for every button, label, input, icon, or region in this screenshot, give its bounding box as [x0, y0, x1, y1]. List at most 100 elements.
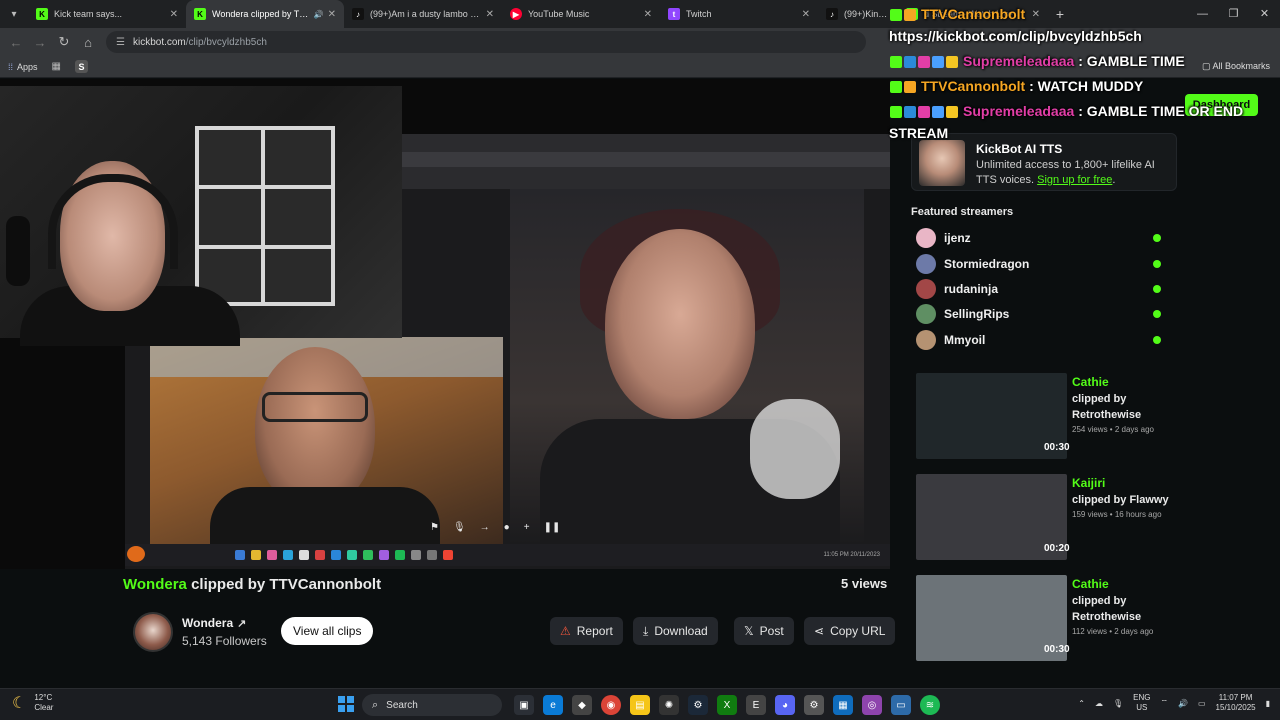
tab-kick-team[interactable]: K Kick team says... ✕ — [28, 0, 186, 28]
related-clip[interactable]: 00:30 Cathie clipped by Retrothewise 254… — [916, 373, 1176, 459]
tab-kick-stream[interactable]: K d Stream - Watch Live ✕ — [898, 0, 1048, 28]
wifi-icon[interactable]: ⌔ — [1160, 698, 1168, 708]
start-icon[interactable] — [338, 696, 354, 712]
tts-promo-card[interactable]: KickBot AI TTS Unlimited access to 1,800… — [911, 133, 1177, 191]
streamer-name: SellingRips — [944, 307, 1010, 321]
home-icon[interactable]: ⌂ — [76, 35, 100, 50]
volume-icon[interactable]: 🔊 — [1178, 699, 1188, 708]
monitor-icon[interactable]: ▭ — [891, 695, 911, 715]
new-tab-icon[interactable]: + — [1048, 6, 1072, 22]
post-button[interactable]: 𝕏 Post — [734, 617, 794, 645]
close-icon[interactable]: ✕ — [644, 9, 652, 20]
store-icon[interactable]: ▦ — [833, 695, 853, 715]
close-icon[interactable]: ✕ — [1032, 9, 1040, 20]
spotify-icon[interactable]: ≋ — [920, 695, 940, 715]
window-controls: — ❐ ✕ — [1187, 0, 1280, 28]
clip-streamer-link[interactable]: Wondera — [123, 576, 187, 593]
edge-icon[interactable]: e — [543, 695, 563, 715]
tab-search-icon[interactable]: ▾ — [0, 0, 28, 28]
all-bookmarks-label: All Bookmarks — [1212, 61, 1270, 71]
tab-twitch[interactable]: t Twitch ✕ — [660, 0, 818, 28]
network-icon[interactable]: ☁ — [1095, 699, 1103, 708]
avatar — [916, 330, 936, 350]
tab-wondera-clip[interactable]: K Wondera clipped by TTVCa 🔊 ✕ — [186, 0, 344, 28]
featured-streamer[interactable]: Mmyoil — [916, 330, 1166, 350]
weather-widget[interactable]: ☾ 12°C Clear — [12, 693, 53, 713]
clock-date: 15/10/2025 — [1215, 703, 1256, 712]
vpn-icon[interactable]: ◆ — [572, 695, 592, 715]
close-icon[interactable]: ✕ — [486, 9, 494, 20]
copy-url-button[interactable]: ⋖ Copy URL — [804, 617, 896, 645]
notification-icon[interactable]: ▮ — [1266, 699, 1270, 708]
tts-signup-link[interactable]: Sign up for free — [1037, 174, 1112, 186]
minimize-icon[interactable]: — — [1187, 0, 1218, 28]
all-bookmarks[interactable]: ▢ All Bookmarks — [1202, 61, 1270, 72]
address-bar[interactable]: ☰ kickbot.com/clip/bvcyldzhb5ch — [106, 31, 866, 53]
streamer-name: rudaninja — [944, 282, 999, 296]
discord-icon[interactable]: ◕ — [775, 695, 795, 715]
obs-icon[interactable]: ◎ — [862, 695, 882, 715]
clock-time: 11:07 PM — [1218, 693, 1253, 702]
video-player[interactable]: ⚑ 🎙 → ● + ❚❚ 11:05 PM 20/11/2023 — [0, 79, 890, 569]
download-button[interactable]: ⤓ Download — [633, 617, 718, 645]
related-clip[interactable]: 00:20 Kaijiri clipped by Flawwy 159 view… — [916, 474, 1176, 560]
video-inner-clock: 11:05 PM 20/11/2023 — [823, 552, 880, 558]
tab-strip: ▾ K Kick team says... ✕ K Wondera clippe… — [0, 0, 1280, 28]
file-explorer-icon[interactable]: ▤ — [630, 695, 650, 715]
bookmark-apps[interactable]: Apps — [17, 62, 38, 72]
live-dot — [1153, 336, 1161, 344]
taskbar-search[interactable]: ⌕ Search — [362, 694, 502, 716]
mic-tray-icon[interactable]: 🎙 — [1113, 699, 1123, 708]
bookmark-s-icon[interactable]: S — [74, 60, 88, 73]
settings-icon[interactable]: ⚙ — [804, 695, 824, 715]
related-clip[interactable]: 00:30 Cathie clipped by Retrothewise 112… — [916, 575, 1176, 661]
maximize-icon[interactable]: ❐ — [1218, 0, 1249, 28]
task-view-icon[interactable]: ▣ — [514, 695, 534, 715]
reload-icon[interactable]: ↻ — [52, 34, 76, 50]
tab-youtube-music[interactable]: ▶ YouTube Music ✕ — [502, 0, 660, 28]
system-tray: ⌃ ☁ 🎙 ENG US ⌔ 🔊 ▭ 11:07 PM 15/10/2025 ▮ — [1078, 693, 1270, 713]
grid-icon[interactable]: ▦ — [52, 61, 61, 72]
tab-tiktok-lambo[interactable]: ♪ (99+)Am i a dusty lambo too? ✕ — [344, 0, 502, 28]
view-all-clips-button[interactable]: View all clips — [281, 617, 374, 645]
chevron-up-icon[interactable]: ⌃ — [1078, 699, 1085, 708]
tab-title: Twitch — [686, 9, 712, 19]
channel-name[interactable]: Wondera ↗ — [182, 616, 246, 630]
close-icon[interactable]: ✕ — [802, 9, 810, 20]
video-right-call — [510, 189, 864, 549]
steam-icon[interactable]: ⚙ — [688, 695, 708, 715]
taskbar-search-label: Search — [386, 699, 418, 711]
clock[interactable]: 11:07 PM 15/10/2025 — [1216, 693, 1256, 713]
video-inner-taskbar: 11:05 PM 20/11/2023 — [125, 544, 890, 566]
featured-streamer[interactable]: rudaninja — [916, 279, 1166, 299]
kick-icon: K — [906, 8, 918, 20]
chrome-icon[interactable]: ◉ — [601, 695, 621, 715]
site-info-icon[interactable]: ☰ — [116, 37, 125, 48]
channel-avatar[interactable] — [133, 612, 173, 652]
language-indicator[interactable]: ENG US — [1133, 693, 1150, 713]
speaker-icon[interactable]: 🔊 — [314, 10, 324, 19]
url-host: kickbot.com — [132, 36, 186, 48]
forward-icon[interactable]: → — [28, 35, 52, 50]
featured-streamer[interactable]: Stormiedragon — [916, 254, 1166, 274]
close-icon[interactable]: ✕ — [328, 9, 336, 20]
tab-tiktok-kingchie[interactable]: ♪ (99+)KingChie — [818, 0, 898, 28]
download-icon: ⤓ — [643, 624, 649, 638]
clip-clipped-by: clipped by Retrothewise — [1072, 393, 1142, 421]
close-icon[interactable]: ✕ — [170, 9, 178, 20]
apps-grid-icon: ⁞⁞ — [8, 61, 14, 72]
report-button[interactable]: ⚠ Report — [550, 617, 623, 645]
share-icon: ⋖ — [814, 624, 825, 638]
warning-icon: ⚠ — [560, 624, 571, 638]
dashboard-button[interactable]: Dashboard — [1185, 94, 1258, 116]
epic-games-icon[interactable]: E — [746, 695, 766, 715]
battery-icon[interactable]: ▭ — [1198, 699, 1206, 708]
featured-streamer[interactable]: ijenz — [916, 228, 1166, 248]
x-logo-icon: 𝕏 — [744, 624, 754, 638]
xbox-icon[interactable]: X — [717, 695, 737, 715]
tts-title: KickBot AI TTS — [976, 142, 1063, 156]
close-window-icon[interactable]: ✕ — [1249, 0, 1280, 28]
openai-icon[interactable]: ✺ — [659, 695, 679, 715]
back-icon[interactable]: ← — [4, 35, 28, 50]
featured-streamer[interactable]: SellingRips — [916, 304, 1166, 324]
